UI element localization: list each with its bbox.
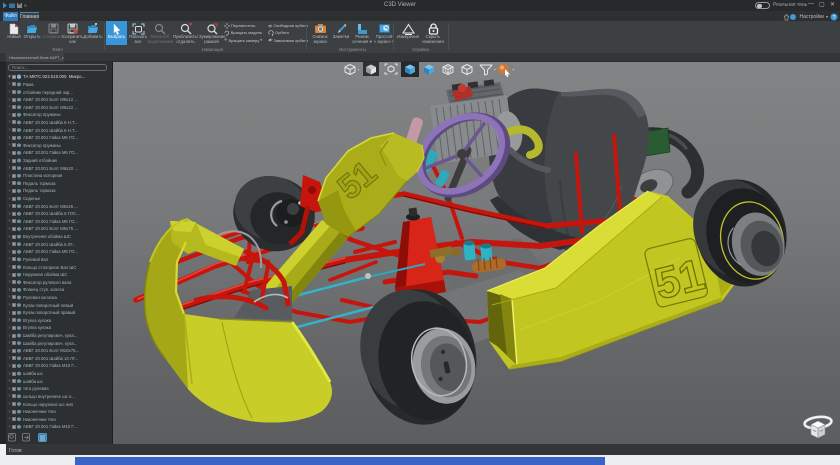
svg-text:?: ? — [833, 15, 836, 21]
svg-text:≡: ≡ — [24, 4, 27, 10]
